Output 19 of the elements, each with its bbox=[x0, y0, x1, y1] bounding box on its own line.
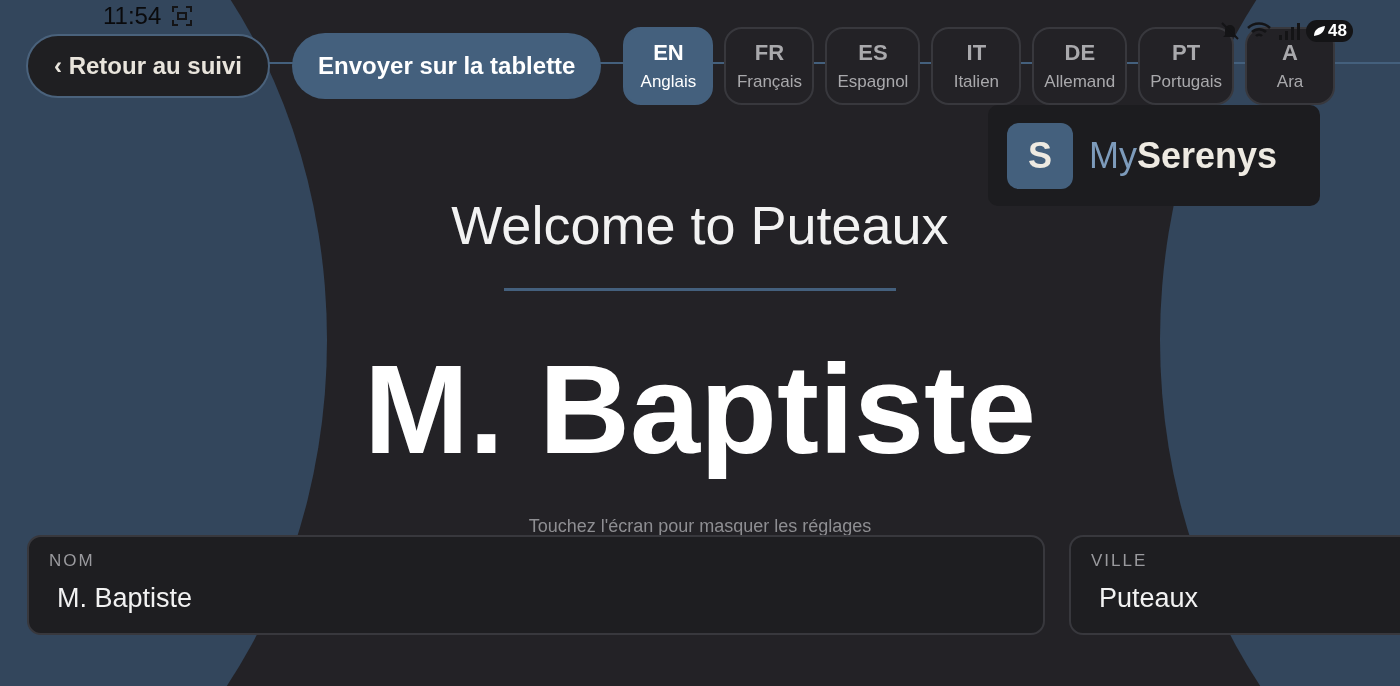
text-field[interactable]: VILLE Puteaux bbox=[1069, 535, 1400, 636]
back-button[interactable]: ‹ Retour au suivi bbox=[26, 34, 271, 98]
language-tab[interactable]: IT Italien bbox=[931, 27, 1022, 105]
client-name: M. Baptiste bbox=[363, 337, 1037, 482]
language-tab[interactable]: EN Anglais bbox=[623, 27, 714, 105]
scan-icon bbox=[171, 5, 194, 27]
language-tab[interactable]: ES Espagnol bbox=[825, 27, 921, 105]
language-tab[interactable]: FR Français bbox=[724, 27, 815, 105]
status-time: 11:54 bbox=[103, 2, 162, 30]
signal-icon bbox=[1278, 21, 1300, 41]
hint-text: Touchez l'écran pour masquer les réglages bbox=[528, 516, 872, 538]
language-tab[interactable]: PT Portugais bbox=[1138, 27, 1235, 105]
language-tab[interactable]: DE Allemand bbox=[1032, 27, 1128, 105]
send-to-tablet-button[interactable]: Envoyer sur la tablette bbox=[292, 33, 602, 99]
text-field[interactable]: NOM M. Baptiste bbox=[27, 535, 1045, 636]
battery-indicator: 48 bbox=[1306, 20, 1353, 42]
brand-name: MySerenys bbox=[1089, 134, 1278, 177]
welcome-title: Welcome to Puteaux bbox=[451, 194, 949, 257]
logo-icon: S bbox=[1007, 122, 1073, 189]
